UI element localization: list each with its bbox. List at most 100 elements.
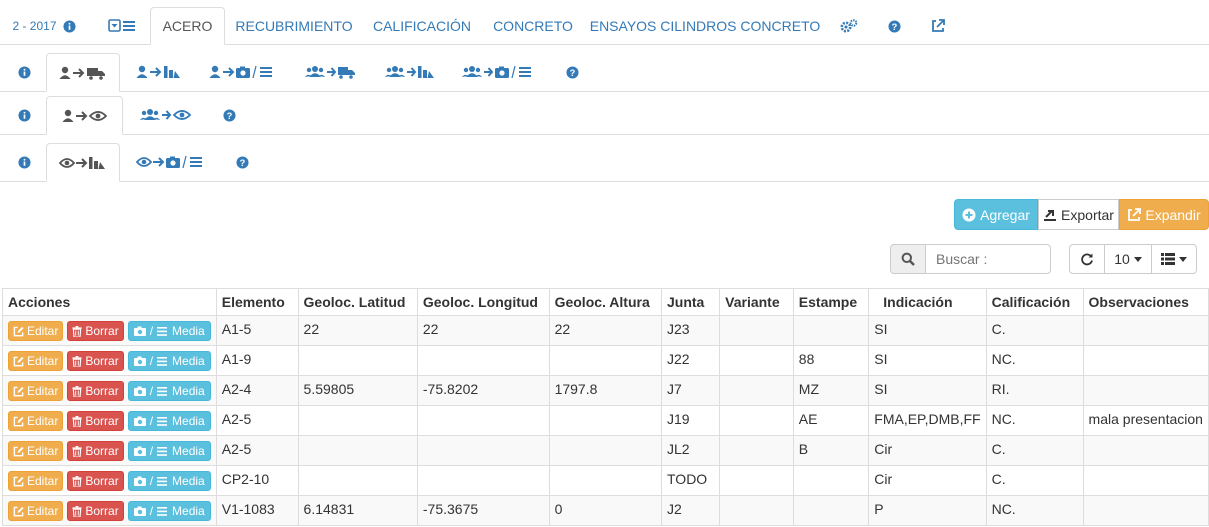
cell-elemento: A1-5: [215, 315, 299, 346]
col-elemento[interactable]: Elemento: [215, 288, 299, 316]
tab-calificacion-label: CALIFICACIÓN: [372, 18, 471, 34]
col-longitud[interactable]: Geoloc. Longitud: [416, 288, 550, 316]
subtab-info[interactable]: [6, 53, 42, 91]
delete-button[interactable]: Borrar: [67, 351, 124, 371]
question-icon: ?: [565, 65, 579, 79]
media-button[interactable]: / Media: [127, 351, 211, 371]
tab-recubrimiento[interactable]: RECUBRIMIENTO: [231, 7, 357, 45]
subtab2-info[interactable]: [6, 96, 42, 134]
subtab3-info[interactable]: [6, 143, 42, 181]
trash-icon: [72, 415, 82, 427]
edit-button[interactable]: Editar: [8, 501, 64, 521]
delete-button[interactable]: Borrar: [67, 501, 124, 521]
main-nav: 2 - 2017 ACERO RECUBRIMIENTO CALIFICACIÓ…: [0, 0, 1209, 45]
row-actions: Editar Borrar / Media: [2, 465, 217, 496]
search-input[interactable]: [925, 244, 1051, 274]
cell-variante: [719, 405, 794, 436]
col-latitud[interactable]: Geoloc. Latitud: [297, 288, 418, 316]
delete-button[interactable]: Borrar: [67, 411, 124, 431]
edit-button[interactable]: Editar: [8, 441, 64, 461]
row-actions: Editar Borrar / Media: [2, 375, 217, 406]
user-to-eye-icon: [62, 109, 108, 123]
subtab-users-to-cubes[interactable]: [374, 53, 446, 91]
media-button[interactable]: / Media: [127, 501, 211, 521]
acero-table: Acciones Elemento Geoloc. Latitud Geoloc…: [2, 288, 1209, 526]
users-to-cubes-icon: [385, 65, 435, 79]
media-button[interactable]: / Media: [127, 441, 211, 461]
subtab-users-to-camera-list[interactable]: [452, 53, 546, 91]
refresh-button[interactable]: [1069, 244, 1105, 274]
subtab-users-to-truck[interactable]: [294, 53, 368, 91]
col-acciones[interactable]: Acciones: [2, 288, 217, 316]
tab-help[interactable]: ?: [876, 7, 912, 45]
subtab3-eye-to-camera-list[interactable]: [124, 143, 218, 181]
delete-button[interactable]: Borrar: [67, 441, 124, 461]
period-selector[interactable]: 2 - 2017: [6, 8, 82, 44]
cell-junta: J23: [660, 315, 721, 346]
cell-altura: [548, 465, 663, 496]
col-calificacion[interactable]: Calificación: [985, 288, 1084, 316]
col-estampe[interactable]: Estampe: [792, 288, 870, 316]
subtab-user-to-truck[interactable]: [46, 53, 120, 92]
tab-list-toggle[interactable]: [96, 8, 148, 44]
delete-button[interactable]: Borrar: [67, 381, 124, 401]
media-button[interactable]: / Media: [127, 321, 211, 341]
camera-icon: [133, 386, 146, 396]
col-observaciones[interactable]: Observaciones: [1082, 288, 1209, 316]
page-size-dropdown[interactable]: 10: [1104, 244, 1152, 274]
th-list-icon: [1161, 253, 1175, 265]
export-button[interactable]: Exportar: [1038, 199, 1119, 230]
subtab-user-to-camera-list[interactable]: [198, 53, 288, 91]
edit-button[interactable]: Editar: [8, 351, 64, 371]
tab-external[interactable]: [920, 7, 956, 45]
edit-button[interactable]: Editar: [8, 321, 64, 341]
info-icon: [17, 155, 31, 169]
subtab-user-to-cubes[interactable]: [124, 53, 194, 91]
camera-icon: [133, 416, 146, 426]
tab-calificacion[interactable]: CALIFICACIÓN: [368, 7, 476, 45]
user-to-truck-icon: [59, 66, 107, 80]
add-button[interactable]: Agregar: [954, 199, 1038, 230]
edit-button[interactable]: Editar: [8, 411, 64, 431]
media-button[interactable]: / Media: [127, 471, 211, 491]
subtab3-eye-to-cubes[interactable]: [46, 143, 120, 182]
cell-observaciones: [1082, 465, 1209, 496]
columns-dropdown[interactable]: [1151, 244, 1197, 274]
col-altura[interactable]: Geoloc. Altura: [548, 288, 663, 316]
subtab3-help[interactable]: ?: [224, 143, 260, 181]
media-button[interactable]: / Media: [127, 411, 211, 431]
trash-icon: [72, 325, 82, 337]
cell-latitud: 6.14831: [297, 495, 418, 526]
cell-variante: [719, 315, 794, 346]
delete-button-label: Borrar: [85, 444, 119, 458]
cell-variante: [719, 465, 794, 496]
tab-acero[interactable]: ACERO: [150, 7, 225, 45]
list-icon: [157, 506, 168, 516]
edit-icon: [13, 356, 24, 367]
cell-observaciones: [1082, 315, 1209, 346]
edit-button[interactable]: Editar: [8, 471, 64, 491]
cell-longitud: [416, 405, 550, 436]
media-button[interactable]: / Media: [127, 381, 211, 401]
row-actions: Editar Borrar / Media: [2, 405, 217, 436]
cell-junta: TODO: [660, 465, 721, 496]
expand-button[interactable]: Expandir: [1119, 199, 1209, 230]
cell-longitud: 22: [416, 315, 550, 346]
tab-concreto[interactable]: CONCRETO: [487, 7, 579, 45]
subtab2-users-to-eye[interactable]: [128, 96, 204, 134]
delete-button[interactable]: Borrar: [67, 321, 124, 341]
edit-button[interactable]: Editar: [8, 381, 64, 401]
col-indicacion[interactable]: Indicación: [868, 288, 987, 316]
cell-observaciones: [1082, 435, 1209, 466]
delete-button-label: Borrar: [85, 324, 119, 338]
col-variante[interactable]: Variante: [719, 288, 794, 316]
delete-button[interactable]: Borrar: [67, 471, 124, 491]
table-header-row: Acciones Elemento Geoloc. Latitud Geoloc…: [2, 288, 1209, 316]
add-button-label: Agregar: [980, 206, 1030, 223]
subtab-help[interactable]: ?: [554, 53, 590, 91]
tab-settings[interactable]: [830, 7, 868, 45]
subtab2-user-to-eye[interactable]: [46, 96, 123, 135]
col-junta[interactable]: Junta: [660, 288, 721, 316]
tab-ensayos-cilindros[interactable]: ENSAYOS CILINDROS CONCRETO: [590, 7, 821, 45]
subtab2-help[interactable]: ?: [211, 96, 247, 134]
